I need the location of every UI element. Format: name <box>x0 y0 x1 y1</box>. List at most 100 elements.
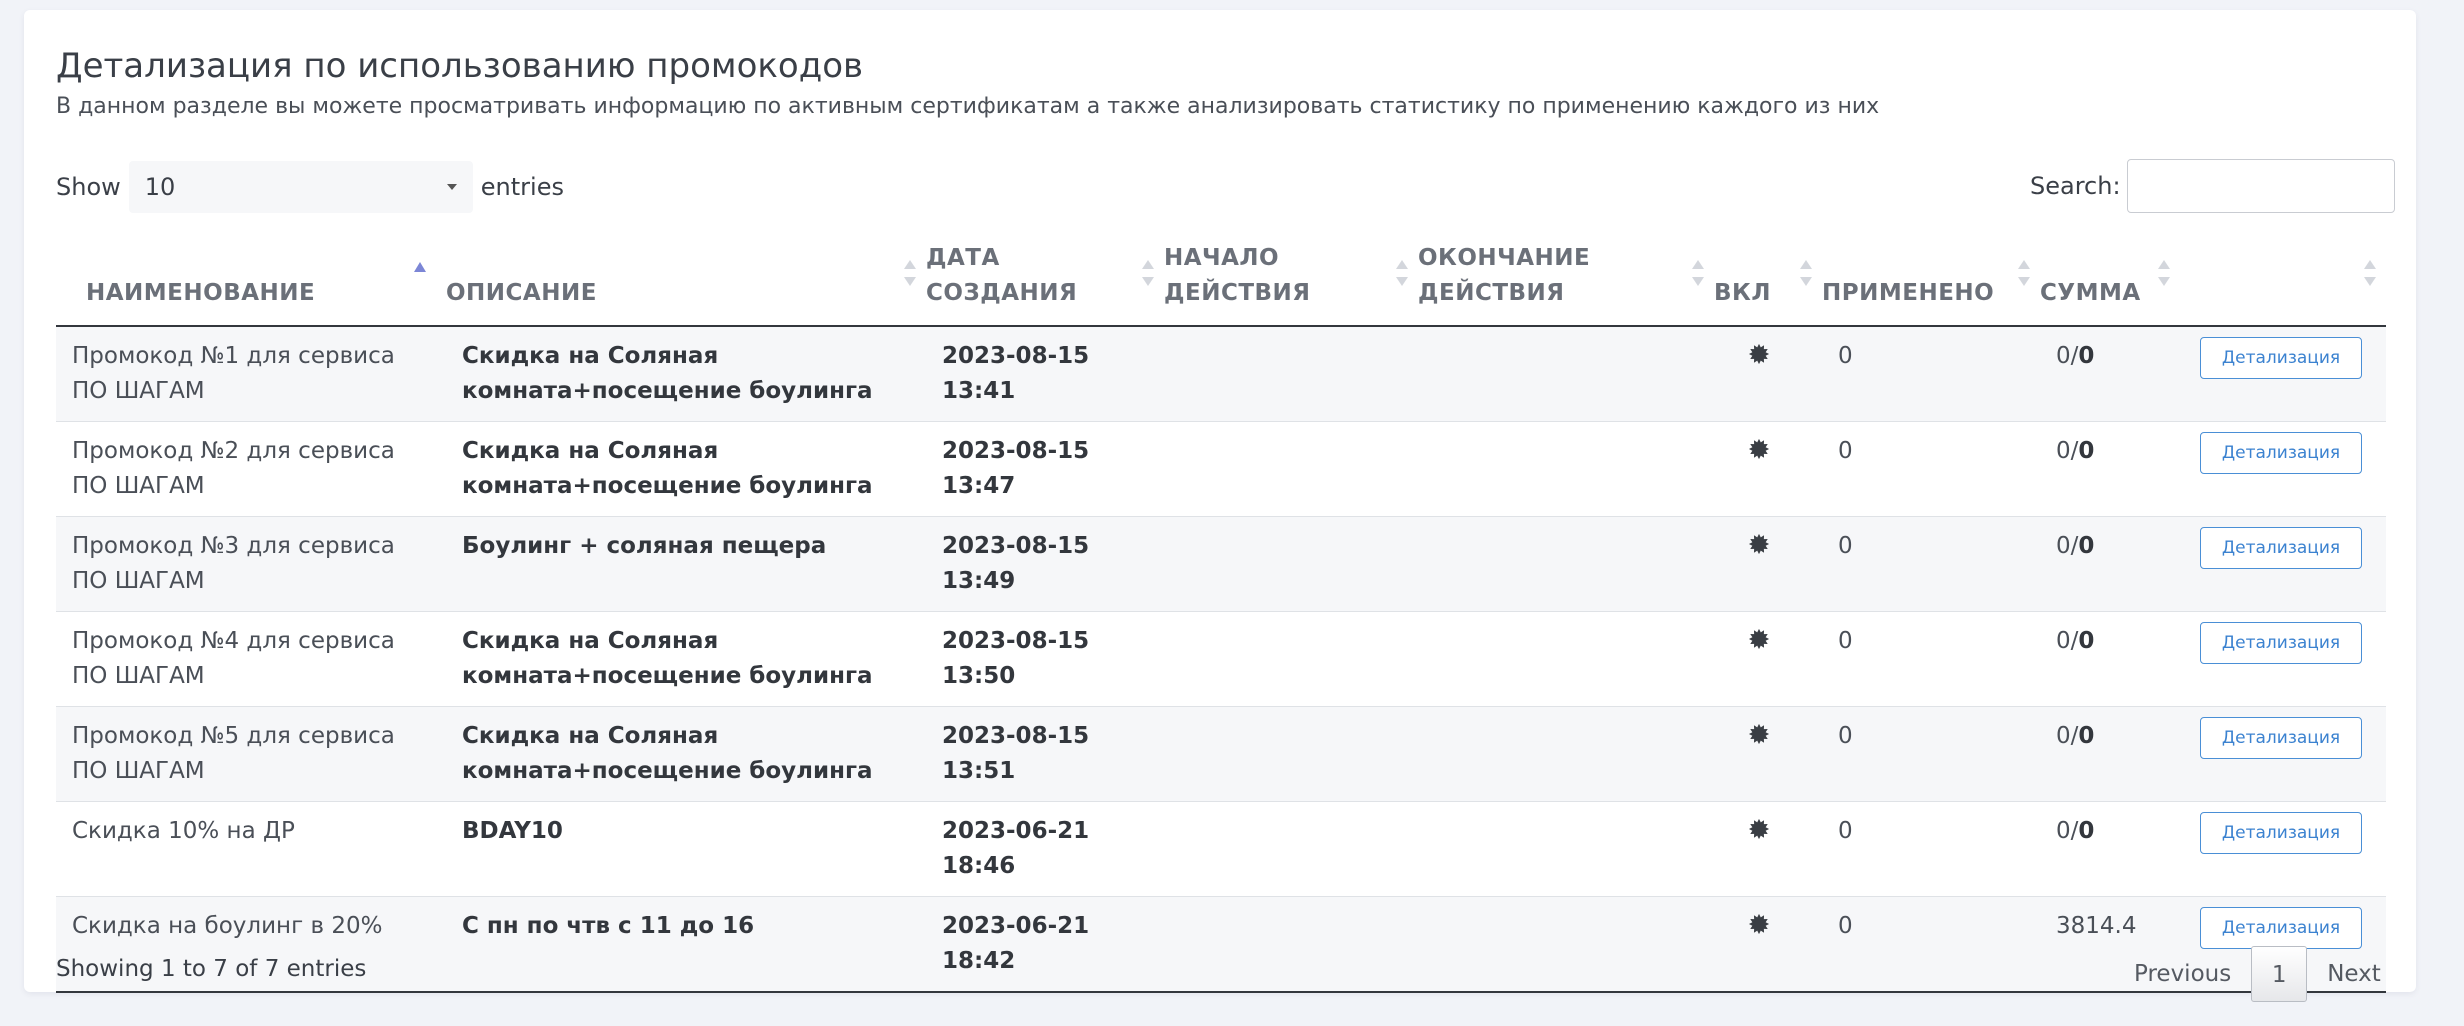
table-row: Скидка на боулинг в 20% С пн по чтв с 11 … <box>56 896 2386 993</box>
cell-end <box>1418 801 1714 897</box>
column-header-label: НАИМЕНОВАНИЕ <box>86 280 316 306</box>
page-1-button[interactable]: 1 <box>2251 946 2308 1002</box>
table-row: Скидка 10% на ДР BDAY10 2023-06-21 18:46 0 0… <box>56 801 2386 897</box>
column-header-sum[interactable]: СУММА <box>2040 226 2180 327</box>
sum-value: 0/ <box>2056 723 2079 749</box>
search-input[interactable] <box>2126 159 2395 213</box>
column-header-end[interactable]: ОКОНЧАНИЕ ДЕЙСТВИЯ <box>1418 226 1714 327</box>
sum-value: 0/ <box>2056 438 2079 464</box>
sum-value: 0/ <box>2056 818 2079 844</box>
cell-name: Скидка 10% на ДР <box>56 801 446 897</box>
cell-start <box>1164 421 1418 517</box>
cell-name: Промокод №3 для сервиса ПО ШАГАМ <box>56 516 446 612</box>
column-header-start[interactable]: НАЧАЛО ДЕЙСТВИЯ <box>1164 226 1418 327</box>
sum-total: 0 <box>2078 723 2095 749</box>
cell-description: BDAY10 <box>446 801 926 897</box>
details-button[interactable]: Детализация <box>2200 527 2362 569</box>
gear-icon <box>1748 531 1770 555</box>
sort-both-icon <box>904 260 916 286</box>
cell-sum: 0/0 <box>2040 421 2180 517</box>
cell-enabled <box>1714 326 1822 422</box>
cell-start <box>1164 611 1418 707</box>
chevron-down-icon <box>446 184 457 190</box>
cell-name: Промокод №1 для сервиса ПО ШАГАМ <box>56 326 446 422</box>
cell-description: Боулинг + соляная пещера <box>446 516 926 612</box>
page-subtitle: В данном разделе вы можете просматривать… <box>56 94 1880 119</box>
cell-start <box>1164 326 1418 422</box>
cell-action: Детализация <box>2180 326 2386 422</box>
column-header-name[interactable]: НАИМЕНОВАНИЕ <box>56 226 446 327</box>
cell-action: Детализация <box>2180 611 2386 707</box>
cell-sum: 0/0 <box>2040 706 2180 802</box>
cell-end <box>1418 326 1714 422</box>
table-row: Промокод №4 для сервиса ПО ШАГАМ Скидка н… <box>56 611 2386 707</box>
cell-enabled <box>1714 896 1822 993</box>
cell-action: Детализация <box>2180 516 2386 612</box>
cell-start <box>1164 896 1418 993</box>
sort-both-icon <box>1800 260 1812 286</box>
column-header-enabled[interactable]: ВКЛ <box>1714 226 1822 327</box>
pagination: Previous 1 Next <box>2118 945 2397 1003</box>
column-header-action[interactable] <box>2180 226 2386 327</box>
cell-applied: 0 <box>1822 611 2040 707</box>
page-title: Детализация по использованию промокодов <box>56 46 864 86</box>
cell-description: Скидка на Соляная комната+посещение боул… <box>446 326 926 422</box>
sort-both-icon <box>2364 260 2376 286</box>
promo-details-card: Детализация по использованию промокодов … <box>24 10 2416 1002</box>
cell-action: Детализация <box>2180 801 2386 897</box>
cell-created: 2023-08-15 13:51 <box>926 706 1164 802</box>
search-control: Search: <box>2030 158 2395 214</box>
cell-enabled <box>1714 516 1822 612</box>
cell-end <box>1418 611 1714 707</box>
gear-icon <box>1748 626 1770 650</box>
details-button[interactable]: Детализация <box>2200 717 2362 759</box>
length-prefix-label: Show <box>56 173 121 201</box>
column-header-label: ВКЛ <box>1714 280 1771 306</box>
gear-icon <box>1748 341 1770 365</box>
cell-name: Промокод №4 для сервиса ПО ШАГАМ <box>56 611 446 707</box>
details-button[interactable]: Детализация <box>2200 812 2362 854</box>
cell-sum: 0/0 <box>2040 326 2180 422</box>
table-row: Промокод №5 для сервиса ПО ШАГАМ Скидка н… <box>56 706 2386 802</box>
cell-enabled <box>1714 801 1822 897</box>
column-header-description[interactable]: ОПИСАНИЕ <box>446 226 926 327</box>
entries-per-page-select[interactable]: 10 <box>128 161 473 213</box>
cell-applied: 0 <box>1822 421 2040 517</box>
table-body: Промокод №1 для сервиса ПО ШАГАМ Скидка н… <box>56 326 2386 993</box>
table-row: Промокод №2 для сервиса ПО ШАГАМ Скидка н… <box>56 421 2386 517</box>
sum-value: 0/ <box>2056 533 2079 559</box>
column-header-applied[interactable]: ПРИМЕНЕНО <box>1822 226 2040 327</box>
cell-description: Скидка на Соляная комната+посещение боул… <box>446 706 926 802</box>
cell-created: 2023-08-15 13:49 <box>926 516 1164 612</box>
gear-icon <box>1748 721 1770 745</box>
cell-applied: 0 <box>1822 326 2040 422</box>
cell-description: Скидка на Соляная комната+посещение боул… <box>446 421 926 517</box>
sort-both-icon <box>1142 260 1154 286</box>
cell-enabled <box>1714 611 1822 707</box>
cell-end <box>1418 421 1714 517</box>
previous-page-button[interactable]: Previous <box>2118 946 2247 1002</box>
column-header-label: ОКОНЧАНИЕ ДЕЙСТВИЯ <box>1418 245 1591 306</box>
next-page-button[interactable]: Next <box>2311 946 2397 1002</box>
cell-enabled <box>1714 706 1822 802</box>
gear-icon <box>1748 436 1770 460</box>
cell-created: 2023-08-15 13:41 <box>926 326 1164 422</box>
details-button[interactable]: Детализация <box>2200 337 2362 379</box>
sort-ascending-icon <box>414 262 426 272</box>
column-header-label: СУММА <box>2040 280 2141 306</box>
table-row: Промокод №1 для сервиса ПО ШАГАМ Скидка н… <box>56 326 2386 422</box>
details-button[interactable]: Детализация <box>2200 907 2362 949</box>
cell-name: Промокод №5 для сервиса ПО ШАГАМ <box>56 706 446 802</box>
column-header-created[interactable]: ДАТА СОЗДАНИЯ <box>926 226 1164 327</box>
cell-end <box>1418 896 1714 993</box>
column-header-label: ПРИМЕНЕНО <box>1822 280 1995 306</box>
cell-applied: 0 <box>1822 516 2040 612</box>
details-button[interactable]: Детализация <box>2200 432 2362 474</box>
cell-sum: 0/0 <box>2040 516 2180 612</box>
details-button[interactable]: Детализация <box>2200 622 2362 664</box>
sort-both-icon <box>1692 260 1704 286</box>
table-header-row: НАИМЕНОВАНИЕ ОПИСАНИЕ ДАТА СОЗДАНИЯ НАЧАЛО … <box>56 226 2386 327</box>
cell-applied: 0 <box>1822 896 2040 993</box>
cell-created: 2023-06-21 18:42 <box>926 896 1164 993</box>
sum-total: 0 <box>2078 628 2095 654</box>
